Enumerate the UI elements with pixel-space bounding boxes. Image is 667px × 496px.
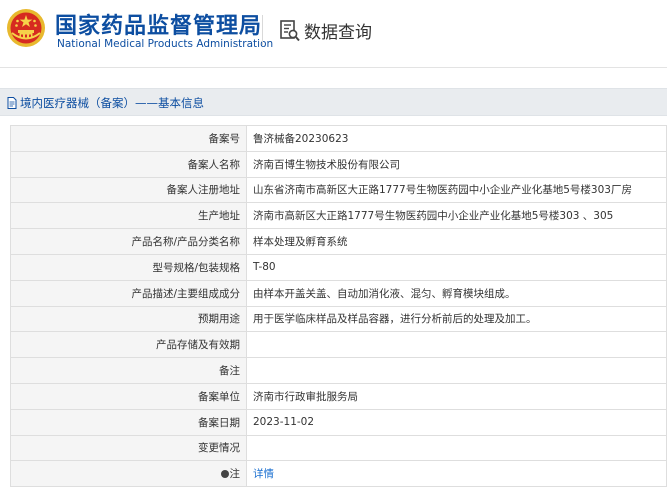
brand-title-en: National Medical Products Administration: [57, 38, 274, 50]
row-label: 预期用途: [10, 305, 247, 333]
row-value: 山东省济南市高新区大正路1777号生物医药园中小企业产业化基地5号楼303厂房: [246, 176, 667, 204]
row-value: 样本处理及孵育系统: [246, 228, 667, 255]
row-label: 产品名称/产品分类名称: [10, 228, 247, 255]
row-value: 2023-11-02: [246, 408, 667, 436]
row-value: 详情: [246, 460, 667, 488]
document-search-icon: [280, 19, 300, 41]
document-icon: [7, 97, 17, 109]
header-divider-line: [0, 67, 667, 68]
table-row: 生产地址 济南市高新区大正路1777号生物医药园中小企业产业化基地5号楼303 …: [10, 202, 667, 230]
breadcrumb-text: 境内医疗器械（备案）——基本信息: [20, 96, 204, 110]
note-icon: [220, 470, 229, 479]
table-row: 产品名称/产品分类名称 样本处理及孵育系统: [10, 228, 667, 255]
table-row: 备案单位 济南市行政审批服务局: [10, 382, 667, 410]
row-label: 变更情况: [10, 434, 247, 462]
table-row: 备案日期 2023-11-02: [10, 408, 667, 436]
data-query-label: 数据查询: [304, 23, 372, 43]
row-label: 产品描述/主要组成成分: [10, 279, 247, 307]
row-value: [246, 357, 667, 384]
row-label: 生产地址: [10, 202, 247, 230]
table-row: 备案人注册地址 山东省济南市高新区大正路1777号生物医药园中小企业产业化基地5…: [10, 176, 667, 204]
table-row: 产品存储及有效期: [10, 331, 667, 359]
table-row: 变更情况: [10, 434, 667, 462]
table-row: 注 详情: [10, 460, 667, 488]
header-divider: [262, 15, 263, 45]
row-label: 备案日期: [10, 408, 247, 436]
site-header: 国家药品监督管理局 National Medical Products Admi…: [0, 0, 667, 68]
national-emblem-icon: [7, 9, 45, 47]
record-info-table: 备案号 鲁济械备20230623 备案人名称 济南百博生物技术股份有限公司 备案…: [10, 125, 667, 488]
row-label: 备案号: [10, 125, 247, 152]
row-value: 由样本开盖关盖、自动加消化液、混匀、孵育模块组成。: [246, 279, 667, 307]
row-value: 济南市行政审批服务局: [246, 382, 667, 410]
row-value: [246, 331, 667, 359]
details-link[interactable]: 详情: [253, 468, 274, 480]
row-label: 备案单位: [10, 382, 247, 410]
row-value: 鲁济械备20230623: [246, 125, 667, 152]
note-label: 注: [229, 468, 241, 481]
table-row: 备案人名称 济南百博生物技术股份有限公司: [10, 150, 667, 178]
row-value: [246, 434, 667, 462]
row-value: 用于医学临床样品及样品容器，进行分析前后的处理及加工。: [246, 305, 667, 333]
brand-title-cn: 国家药品监督管理局: [55, 14, 263, 39]
breadcrumb: 境内医疗器械（备案）——基本信息: [7, 95, 204, 111]
row-label: 产品存储及有效期: [10, 331, 247, 359]
row-value: 济南百博生物技术股份有限公司: [246, 150, 667, 178]
row-value: T-80: [246, 253, 667, 281]
row-label: 备案人注册地址: [10, 176, 247, 204]
table-row: 型号规格/包装规格 T-80: [10, 253, 667, 281]
table-row: 产品描述/主要组成成分 由样本开盖关盖、自动加消化液、混匀、孵育模块组成。: [10, 279, 667, 307]
table-row: 备案号 鲁济械备20230623: [10, 125, 667, 152]
table-row: 预期用途 用于医学临床样品及样品容器，进行分析前后的处理及加工。: [10, 305, 667, 333]
row-value: 济南市高新区大正路1777号生物医药园中小企业产业化基地5号楼303 、305: [246, 202, 667, 230]
section-bar: 境内医疗器械（备案）——基本信息: [0, 88, 667, 116]
row-label: 型号规格/包装规格: [10, 253, 247, 281]
row-label: 备注: [10, 357, 247, 384]
note-label-cell: 注: [10, 460, 247, 488]
data-query-link[interactable]: 数据查询: [280, 18, 372, 43]
table-row: 备注: [10, 357, 667, 384]
row-label: 备案人名称: [10, 150, 247, 178]
